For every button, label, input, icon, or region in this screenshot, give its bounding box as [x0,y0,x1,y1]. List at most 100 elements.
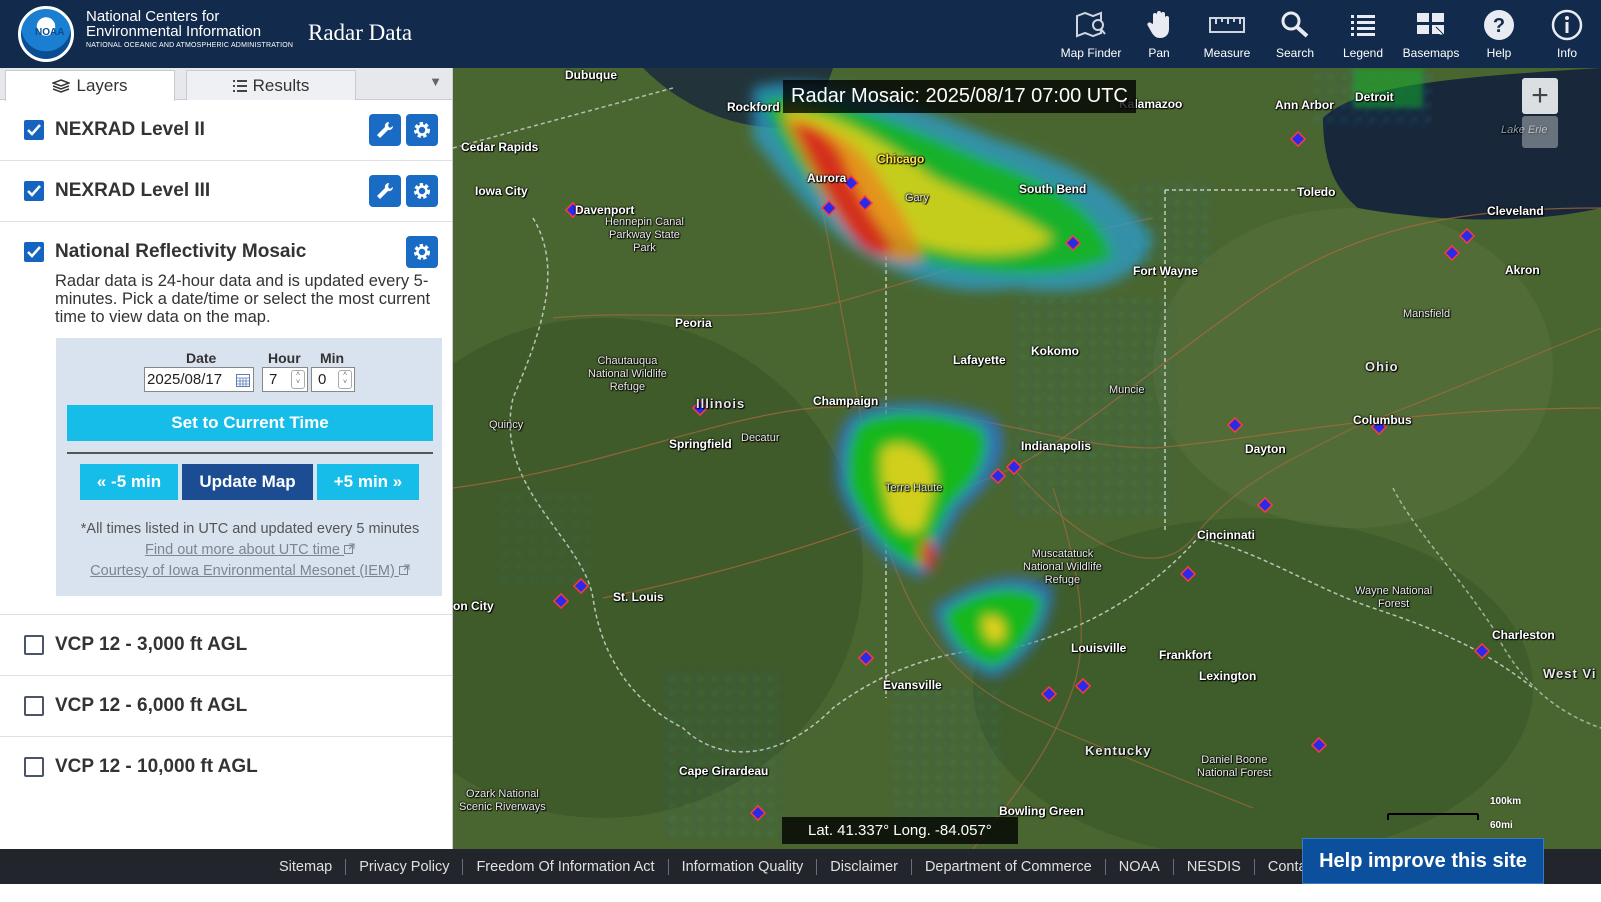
city-label-dayton: Dayton [1245,442,1286,456]
city-label-kokomo: Kokomo [1031,344,1079,358]
layer-checkbox[interactable] [24,696,44,716]
city-label-akron: Akron [1505,263,1540,277]
legend-button[interactable]: Legend [1329,0,1397,68]
app-title: Radar Data [308,20,413,45]
park-label-ozark: Ozark National Scenic Riverways [459,788,546,813]
minus-5-min-button[interactable]: « -5 min [80,464,178,500]
date-input[interactable]: 2025/08/17 [144,367,254,392]
layer-checkbox[interactable] [24,242,44,262]
layer-name: VCP 12 - 10,000 ft AGL [55,756,258,777]
city-label-rockford: Rockford [727,100,780,114]
date-label: Date [186,350,217,366]
footer-link-info-quality[interactable]: Information Quality [669,858,818,875]
hour-spinner-icon[interactable]: ˄ ˅ [291,370,305,389]
city-label-frankfort: Frankfort [1159,648,1212,662]
zoom-out-button[interactable] [1522,116,1558,148]
search-button[interactable]: Search [1261,0,1329,68]
map-finder-label: Map Finder [1060,46,1122,60]
layer-checkbox[interactable] [24,635,44,655]
hour-label: Hour [268,350,301,366]
list-icon [1350,9,1376,41]
city-label-jefferson-city: on City [453,599,494,613]
panel-menu-chevron-icon[interactable]: ▼ [429,74,442,89]
time-picker: Date 2025/08/17 Hour 7 ˄ ˅ Min 0 ˄ ˅ Set t… [56,338,442,596]
org-name-line1: National Centers for [86,8,220,25]
pan-button[interactable]: Pan [1125,0,1193,68]
help-button[interactable]: ? Help [1465,0,1533,68]
footer-link-disclaimer[interactable]: Disclaimer [817,858,912,875]
iem-link[interactable]: Courtesy of Iowa Environmental Mesonet (… [56,563,444,579]
update-map-button[interactable]: Update Map [182,464,313,500]
layer-checkbox[interactable] [24,757,44,777]
map-title: Radar Mosaic: 2025/08/17 07:00 UTC [783,80,1136,113]
tab-layers[interactable]: Layers [5,70,175,101]
utc-note: *All times listed in UTC and updated eve… [80,521,420,537]
state-label-kentucky: Kentucky [1085,743,1152,758]
external-link-icon [344,543,355,554]
park-label-daniel-boone: Daniel Boone National Forest [1197,754,1272,779]
svg-text:?: ? [1493,15,1505,37]
noaa-logo[interactable]: NOAA [18,6,74,62]
utc-info-link[interactable]: Find out more about UTC time [56,542,444,558]
zoom-in-button[interactable]: + [1522,78,1558,114]
hour-stepper[interactable]: 7 ˄ ˅ [262,367,308,392]
city-label-louisville: Louisville [1071,641,1127,655]
footer-link-foia[interactable]: Freedom Of Information Act [463,858,669,875]
tab-results[interactable]: Results [186,70,356,100]
footer-link-commerce[interactable]: Department of Commerce [912,858,1106,875]
logo-text: NOAA [35,27,65,38]
footer-link-privacy[interactable]: Privacy Policy [346,858,464,875]
wrench-icon [377,121,394,138]
help-improve-site-button[interactable]: Help improve this site [1302,838,1544,884]
set-current-time-button[interactable]: Set to Current Time [67,405,433,441]
minute-spinner-icon[interactable]: ˄ ˅ [338,370,352,389]
footer-link-nesdis[interactable]: NESDIS [1174,858,1255,875]
map-finder-button[interactable]: Map Finder [1057,0,1125,68]
minute-stepper[interactable]: 0 ˄ ˅ [311,367,355,392]
date-value: 2025/08/17 [147,371,223,388]
hour-value: 7 [269,371,278,388]
basemaps-button[interactable]: Basemaps [1397,0,1465,68]
layer-settings-button[interactable] [406,236,438,268]
info-icon [1551,9,1583,41]
city-label-decatur: Decatur [741,432,780,444]
city-label-indianapolis: Indianapolis [1021,439,1092,453]
layer-settings-button[interactable] [406,175,438,207]
layer-tools-button[interactable] [369,175,401,207]
city-label-lafayette: Lafayette [953,353,1006,367]
min-label: Min [320,350,345,366]
state-label-west-virginia: West Vi [1543,666,1597,681]
measure-button[interactable]: Measure [1193,0,1261,68]
layer-tools-button[interactable] [369,114,401,146]
plus-5-min-button[interactable]: +5 min » [317,464,419,500]
city-label-springfield: Springfield [669,437,732,451]
city-label-terre-haute: Terre Haute [885,482,943,494]
org-name[interactable]: National Centers for Environmental Infor… [86,9,261,39]
layer-vcp12-6000: VCP 12 - 6,000 ft AGL [0,676,452,737]
city-label-toledo: Toledo [1297,185,1336,199]
footer-link-sitemap[interactable]: Sitemap [266,858,347,875]
layer-nexrad-level-2: NEXRAD Level II [0,100,452,161]
layer-checkbox[interactable] [24,181,44,201]
gear-icon [414,183,430,199]
external-link-icon [398,564,410,575]
park-label-wayne: Wayne National Forest [1355,585,1433,610]
layer-name: NEXRAD Level III [55,180,211,201]
park-label-muscatatuck: Muscatatuck National Wildlife Refuge [1023,548,1102,586]
list-icon [232,79,247,92]
layer-name: National Reflectivity Mosaic [55,241,307,262]
city-label-south-bend: South Bend [1019,182,1087,196]
layer-checkbox[interactable] [24,120,44,140]
footer-link-noaa[interactable]: NOAA [1106,858,1174,875]
basemap-icon [1416,9,1446,41]
utc-info-link-text: Find out more about UTC time [144,542,340,558]
radar-map[interactable]: Dubuque Rockford Cedar Rapids Iowa City … [453,68,1601,849]
city-label-aurora: Aurora [807,171,847,185]
info-button[interactable]: Info [1533,0,1601,68]
city-label-quincy: Quincy [489,419,524,431]
panel-tabs: Layers Results ▼ [0,68,452,101]
city-label-mansfield: Mansfield [1403,308,1451,320]
city-label-muncie: Muncie [1109,384,1145,396]
coordinate-readout: Lat. 41.337° Long. -84.057° [782,817,1018,844]
layer-settings-button[interactable] [406,114,438,146]
